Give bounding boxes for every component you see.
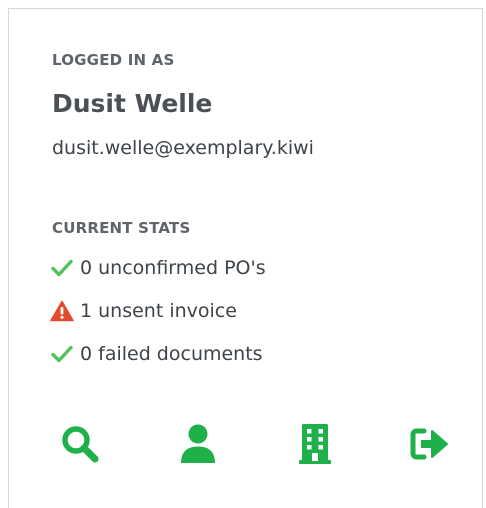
logged-in-as-label: LOGGED IN AS — [52, 51, 175, 69]
user-name: Dusit Welle — [52, 89, 213, 118]
stat-unsent-invoice[interactable]: 1 unsent invoice — [50, 297, 237, 325]
company-button[interactable] — [293, 424, 337, 468]
account-card: LOGGED IN AS Dusit Welle dusit.welle@exe… — [8, 8, 483, 508]
current-stats-label: CURRENT STATS — [52, 219, 191, 237]
warning-triangle-icon — [50, 299, 74, 323]
stat-text: 1 unsent invoice — [80, 300, 237, 322]
user-icon — [178, 423, 218, 469]
sign-out-icon — [408, 426, 450, 466]
search-button[interactable] — [58, 424, 102, 468]
user-email: dusit.welle@exemplary.kiwi — [52, 137, 314, 159]
stat-text: 0 failed documents — [80, 343, 263, 365]
stat-failed-documents: 0 failed documents — [50, 340, 263, 368]
checkmark-icon — [50, 342, 74, 366]
building-icon — [297, 423, 333, 469]
checkmark-icon — [50, 256, 74, 280]
profile-button[interactable] — [176, 424, 220, 468]
sign-out-button[interactable] — [407, 424, 451, 468]
stat-unconfirmed-pos: 0 unconfirmed PO's — [50, 254, 266, 282]
stat-text: 0 unconfirmed PO's — [80, 257, 266, 279]
search-icon — [60, 424, 100, 468]
